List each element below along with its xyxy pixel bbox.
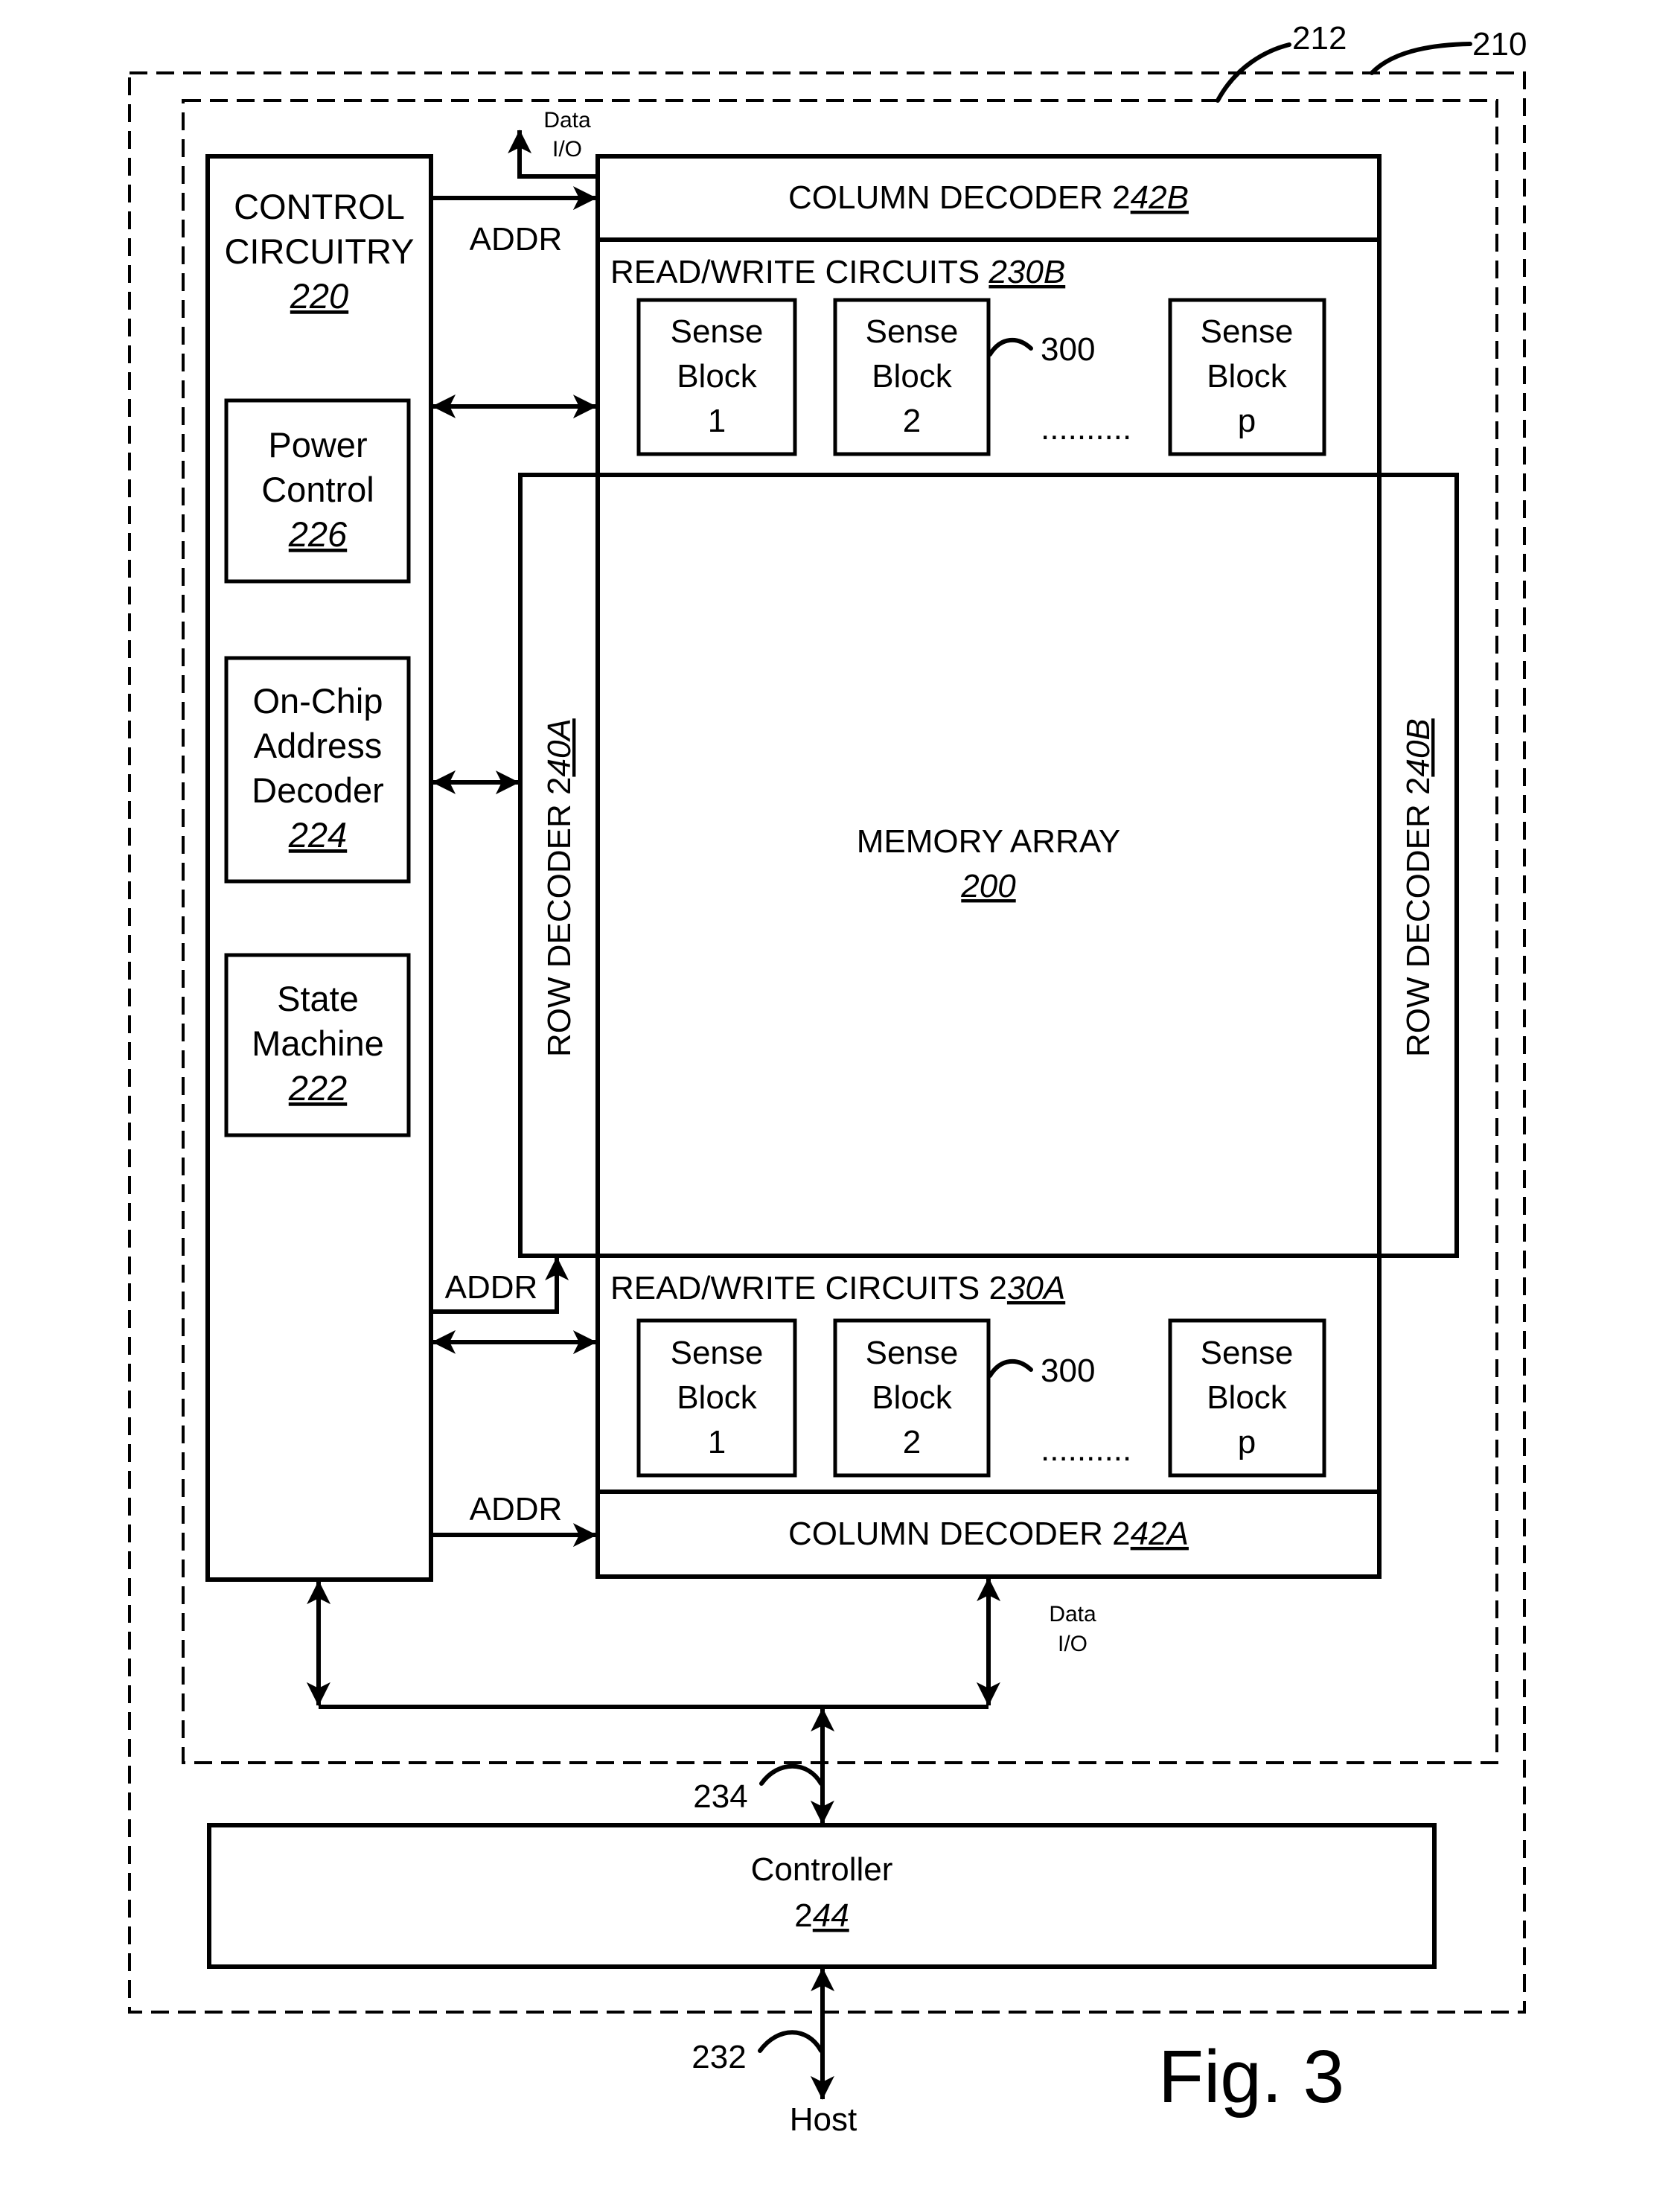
ref-234: 234 (693, 1778, 747, 1815)
svg-text:Sense: Sense (671, 1335, 764, 1371)
ref-232: 232 (692, 2039, 746, 2075)
power-control-line2: Control (261, 470, 374, 509)
ref-300-top: 300 (1041, 331, 1095, 368)
control-ref: 220 (290, 276, 348, 316)
ellipsis-top: .......... (1041, 410, 1131, 447)
state-machine-line2: Machine (252, 1024, 384, 1063)
address-decoder-line2: Address (254, 726, 382, 765)
address-decoder-line3: Decoder (252, 770, 384, 810)
svg-text:1: 1 (708, 1424, 726, 1460)
state-machine-ref: 222 (288, 1068, 347, 1108)
control-label-line2: CIRCUITRY (224, 232, 414, 271)
leader-210 (1370, 42, 1472, 75)
row-decoder-a-label: ROW DECODER 240A (541, 718, 578, 1057)
memory-system-diagram: 212 210 CONTROL CIRCUITRY 220 Power Cont… (128, 20, 1527, 2138)
ref-300-bottom: 300 (1041, 1353, 1095, 1389)
data-io-top-line2: I/O (552, 137, 582, 162)
control-label-line1: CONTROL (234, 187, 405, 226)
svg-text:Block: Block (1207, 358, 1288, 395)
svg-text:Sense: Sense (671, 313, 764, 350)
control-circuitry-220: CONTROL CIRCUITRY 220 (205, 154, 433, 1582)
data-io-top-line1: Data (543, 108, 591, 133)
addr-label-row-decoder: ADDR (445, 1269, 538, 1306)
svg-text:Sense: Sense (1201, 313, 1294, 350)
memory-array-200 (595, 473, 1382, 1258)
memory-array-label: MEMORY ARRAY (857, 823, 1121, 860)
addr-label-bottom: ADDR (470, 1491, 563, 1527)
address-decoder-ref: 224 (288, 815, 347, 855)
data-io-bottom-line1: Data (1049, 1602, 1096, 1626)
svg-text:p: p (1238, 1424, 1256, 1460)
data-io-bottom-line2: I/O (1058, 1632, 1087, 1656)
leader-232 (758, 2030, 823, 2053)
address-decoder-line1: On-Chip (252, 681, 383, 721)
svg-text:Block: Block (872, 1379, 953, 1416)
rw-circuits-b-label: READ/WRITE CIRCUITS 230B (610, 254, 1065, 290)
state-machine-line1: State (277, 979, 359, 1018)
svg-text:Block: Block (677, 358, 758, 395)
rw-circuits-a-label: READ/WRITE CIRCUITS 230A (610, 1270, 1065, 1306)
controller-244 (207, 1823, 1437, 1969)
svg-text:Sense: Sense (866, 313, 959, 350)
svg-text:Block: Block (872, 358, 953, 395)
svg-text:Sense: Sense (1201, 1335, 1294, 1371)
power-control-ref: 226 (288, 514, 348, 554)
ref-212: 212 (1292, 20, 1347, 57)
host-label: Host (790, 2101, 857, 2138)
svg-text:2: 2 (903, 403, 921, 439)
memory-array-ref: 200 (960, 868, 1016, 904)
column-decoder-b-label: COLUMN DECODER 242B (788, 179, 1189, 216)
svg-text:Sense: Sense (866, 1335, 959, 1371)
row-decoder-b-label: ROW DECODER 240B (1400, 718, 1437, 1057)
svg-text:2: 2 (903, 1424, 921, 1460)
power-control-line1: Power (268, 425, 367, 464)
svg-text:Block: Block (677, 1379, 758, 1416)
svg-text:1: 1 (708, 403, 726, 439)
ellipsis-bottom: .......... (1041, 1431, 1131, 1468)
svg-text:p: p (1238, 403, 1256, 439)
leader-234 (759, 1763, 823, 1786)
controller-ref: 244 (794, 1897, 849, 1934)
ref-210: 210 (1472, 26, 1527, 63)
figure-label: Fig. 3 (1158, 2035, 1344, 2119)
svg-text:Block: Block (1207, 1379, 1288, 1416)
controller-label: Controller (751, 1851, 893, 1888)
column-decoder-a-label: COLUMN DECODER 242A (788, 1516, 1189, 1552)
addr-label-top: ADDR (470, 221, 563, 258)
